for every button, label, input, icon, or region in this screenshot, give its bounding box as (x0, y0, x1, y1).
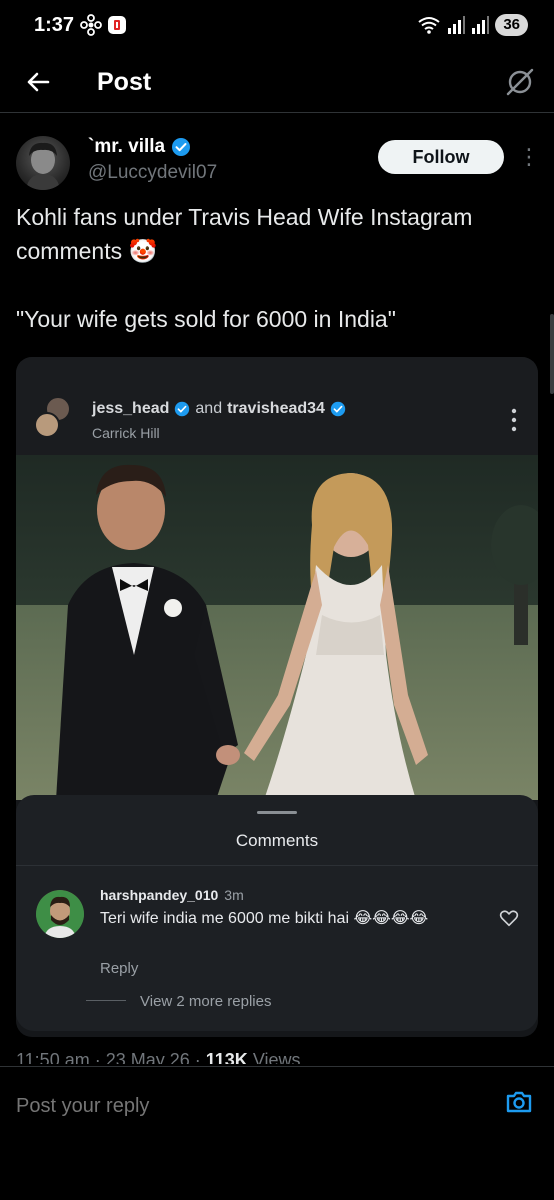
battery-indicator: 36 (495, 14, 528, 36)
post-text-line-1: Kohli fans under Travis Head Wife Instag… (16, 204, 473, 264)
header: Post (0, 52, 554, 112)
reply-input[interactable] (16, 1093, 456, 1119)
heart-icon[interactable] (498, 907, 520, 929)
post-author: `mr. villa @Luccydevil07 Follow ⋮ (16, 136, 540, 196)
instagram-connector: and (195, 400, 223, 417)
comment-username[interactable]: harshpandey_010 3m (100, 887, 244, 903)
instagram-header: jess_head and travishead34 Carrick Hill (16, 357, 538, 455)
signal-icon (472, 16, 490, 34)
app-notification-icon (108, 16, 126, 34)
comment-username-text: harshpandey_010 (100, 887, 219, 903)
post-text-line-2: "Your wife gets sold for 6000 in India" (16, 306, 396, 332)
comments-title: Comments (235, 831, 319, 850)
arrow-left-icon[interactable] (22, 66, 54, 98)
instagram-location: Carrick Hill (92, 425, 160, 441)
wifi-icon (418, 17, 440, 34)
scrollbar[interactable] (550, 314, 554, 394)
follow-button[interactable]: Follow (378, 140, 504, 174)
comment-time: 3m (224, 887, 244, 903)
post-text: Kohli fans under Travis Head Wife Instag… (16, 200, 538, 370)
thread-line (86, 1000, 126, 1001)
comment-reply-button[interactable]: Reply (100, 960, 138, 977)
comments-sheet: Comments harshpandey_010 3m Teri wife ind… (16, 795, 538, 1031)
view-more-replies[interactable]: View 2 more replies (140, 993, 271, 1010)
sheet-handle[interactable] (257, 811, 297, 814)
verified-badge-icon (175, 401, 190, 417)
author-name-row[interactable]: `mr. villa (88, 136, 191, 158)
post-time: 11:50 am · 23 May 26 · (16, 1050, 206, 1064)
verified-badge-icon (330, 401, 346, 417)
author-name[interactable]: `mr. villa (88, 136, 165, 158)
grok-icon[interactable] (504, 66, 536, 98)
status-bar: 1:37 36 (0, 0, 554, 52)
instagram-avatars (34, 396, 70, 438)
more-vertical-icon[interactable]: ⋮ (518, 144, 540, 170)
reply-bar (0, 1066, 554, 1136)
page-title: Post (97, 68, 152, 96)
pinwheel-icon (80, 14, 102, 36)
more-vertical-icon (511, 408, 517, 432)
avatar-image (26, 142, 60, 190)
header-divider (0, 112, 554, 113)
status-time: 1:37 (34, 14, 75, 36)
instagram-user-1: jess_head (92, 400, 170, 417)
post-timestamp: 11:50 am · 23 May 26 · 113K Views (16, 1050, 538, 1064)
views-count[interactable]: 113K (206, 1050, 248, 1064)
views-label: Views (247, 1050, 301, 1064)
comment-text: Teri wife india me 6000 me bikti hai 😂😂😂… (100, 910, 429, 927)
verified-badge-icon (172, 138, 191, 156)
status-right: 36 (417, 14, 528, 36)
instagram-user-2: travishead34 (227, 400, 325, 417)
comment-avatar-image (36, 890, 84, 938)
sheet-divider (16, 865, 538, 866)
author-handle[interactable]: @Luccydevil07 (88, 162, 217, 184)
wedding-photo-image (16, 455, 538, 800)
wedding-photo (16, 455, 538, 800)
post-media[interactable]: jess_head and travishead34 Carrick Hill (16, 357, 538, 1037)
camera-icon[interactable] (504, 1087, 534, 1117)
avatar[interactable] (16, 136, 70, 190)
avatar[interactable] (36, 890, 84, 938)
signal-icon (448, 16, 466, 34)
instagram-users: jess_head and travishead34 (92, 400, 346, 418)
